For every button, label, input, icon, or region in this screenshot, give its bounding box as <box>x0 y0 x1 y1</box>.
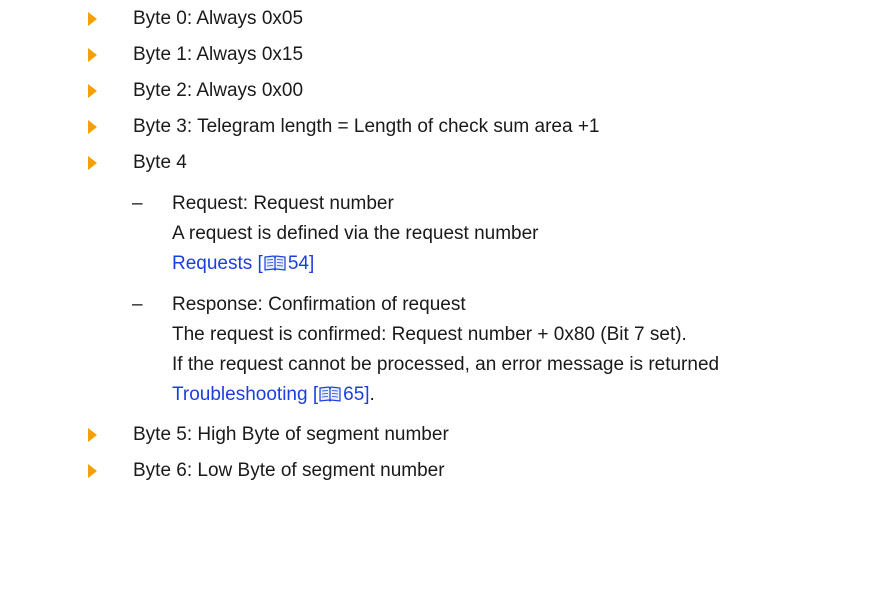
sub-item-line: Response: Confirmation of request <box>172 294 466 315</box>
link-label[interactable]: Requests <box>172 253 252 274</box>
triangle-bullet-icon <box>88 428 97 442</box>
sub-item-line: If the request cannot be processed, an e… <box>172 354 720 375</box>
triangle-bullet-icon <box>88 48 97 62</box>
book-icon[interactable] <box>319 386 341 402</box>
list-item-text: Byte 6: Low Byte of segment number <box>133 460 445 481</box>
trailing-period: . <box>369 384 375 405</box>
sub-item-line: The request is confirmed: Request number… <box>172 324 687 345</box>
list-item-text: Byte 3: Telegram length = Length of chec… <box>133 116 600 137</box>
list-item-text: Byte 5: High Byte of segment number <box>133 424 449 445</box>
triangle-bullet-icon <box>88 12 97 26</box>
dash-marker: – <box>132 193 143 214</box>
triangle-bullet-icon <box>88 120 97 134</box>
sub-item-line: A request is defined via the request num… <box>172 223 539 244</box>
triangle-bullet-icon <box>88 156 97 170</box>
list-item-text: Byte 2: Always 0x00 <box>133 80 304 101</box>
link-label[interactable]: Troubleshooting <box>172 384 308 405</box>
triangle-bullet-icon <box>88 84 97 98</box>
sub-item-line: Request: Request number <box>172 193 394 214</box>
list-item-text: Byte 0: Always 0x05 <box>133 8 304 29</box>
document-page: Byte 0: Always 0x05 Byte 1: Always 0x15 … <box>0 0 873 590</box>
list-item-text: Byte 4 <box>133 152 187 173</box>
requests-link[interactable]: Requests [54] <box>172 253 314 274</box>
list-item-text: Byte 1: Always 0x15 <box>133 44 304 65</box>
triangle-bullet-icon <box>88 464 97 478</box>
dash-marker: – <box>132 294 143 315</box>
link-page-number[interactable]: 65 <box>343 384 364 405</box>
book-icon[interactable] <box>264 255 286 271</box>
link-bracket-close[interactable]: ] <box>309 253 314 274</box>
link-bracket-open[interactable]: [ <box>252 253 263 274</box>
link-page-number[interactable]: 54 <box>288 253 309 274</box>
troubleshooting-link[interactable]: Troubleshooting [65] <box>172 384 370 405</box>
link-bracket-open[interactable]: [ <box>308 384 318 405</box>
